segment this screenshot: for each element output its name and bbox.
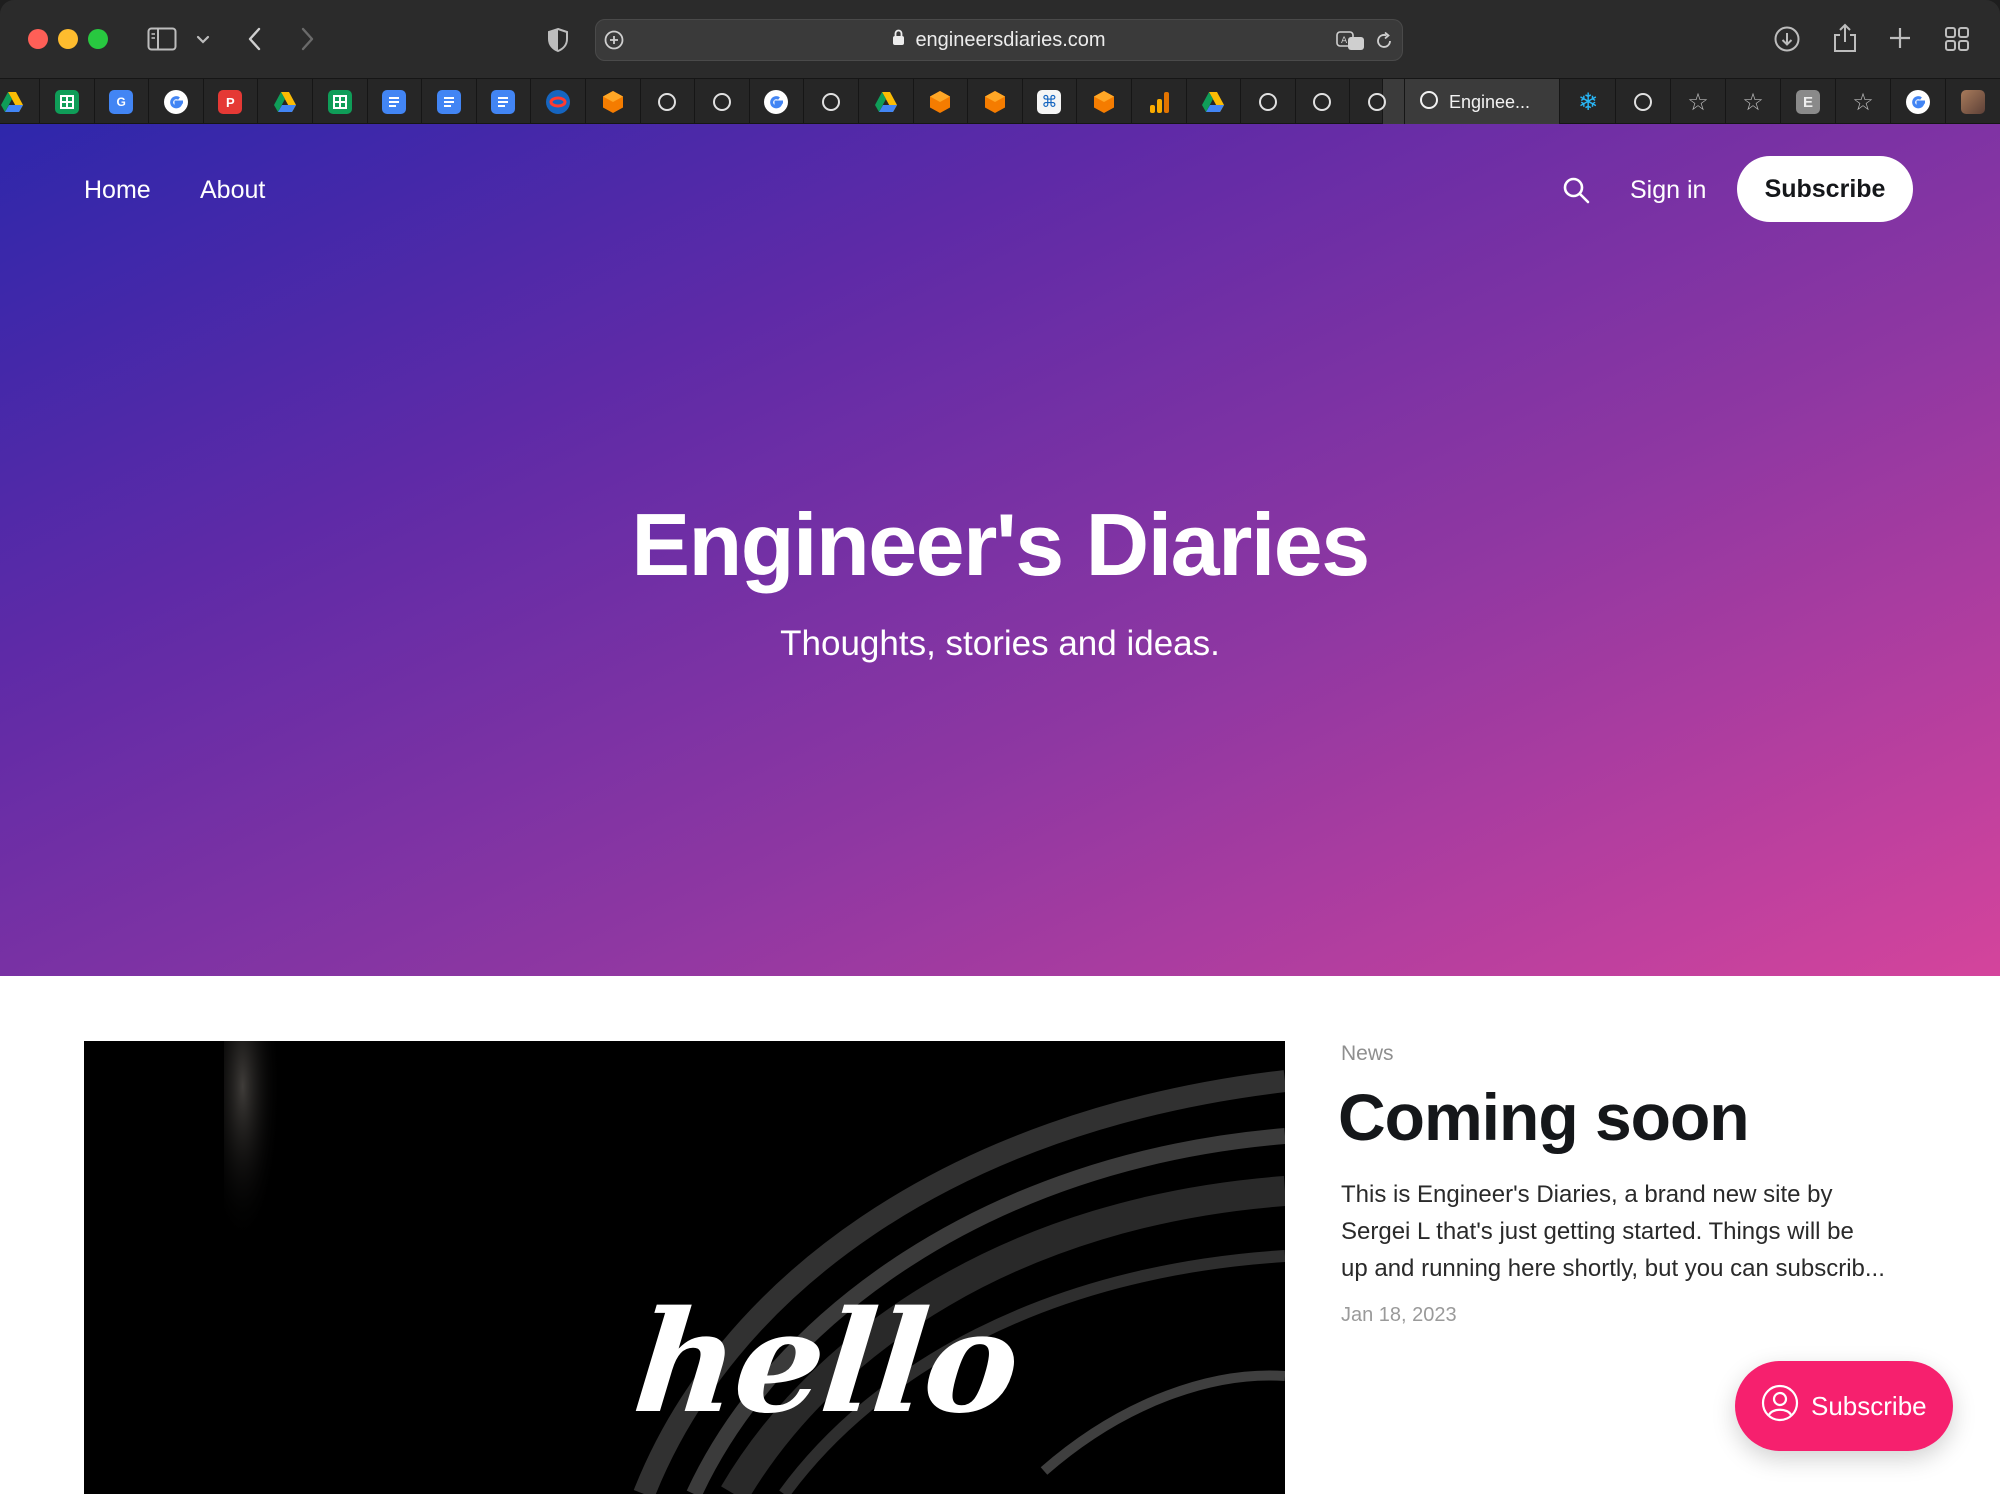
command-icon[interactable]: ⌘ [1022,79,1078,125]
translate-icon[interactable]: A [1336,29,1366,53]
lock-icon [892,29,905,52]
post-excerpt-line: This is Engineer's Diaries, a brand new … [1341,1181,1833,1208]
google-icon[interactable] [749,79,805,125]
post-title[interactable]: Coming soon [1338,1079,1750,1155]
close-window-button[interactable] [28,29,48,49]
forward-icon[interactable] [294,24,322,54]
nav-home-link[interactable]: Home [84,176,151,205]
minimize-window-button[interactable] [58,29,78,49]
analytics-icon[interactable] [1132,79,1187,125]
google-sheets-icon[interactable] [40,79,95,125]
blank-circle-icon[interactable] [695,79,750,125]
browser-titlebar: engineersdiaries.com A [0,0,2000,78]
app-red-icon[interactable]: P [203,79,259,125]
cube-orange-icon[interactable] [968,79,1023,125]
site-title: Engineer's Diaries [631,495,1370,594]
google-drive-icon[interactable] [0,79,40,125]
blank-circle-icon[interactable] [640,79,696,125]
star-icon[interactable]: ☆ [1671,79,1726,125]
chevron-down-icon[interactable] [192,30,214,50]
privacy-shield-icon[interactable] [545,25,571,55]
profile-photo-icon[interactable] [1946,79,2000,125]
blank-circle-icon [1419,90,1439,115]
site-description: Thoughts, stories and ideas. [780,624,1220,663]
post-tag[interactable]: News [1341,1042,1394,1066]
google-docs-icon[interactable] [476,79,532,125]
url-text: engineersdiaries.com [915,28,1106,51]
google-drive-icon[interactable] [1186,79,1242,125]
post-date: Jan 18, 2023 [1341,1304,1457,1326]
google-drive-icon[interactable] [859,79,914,125]
svg-text:A: A [1341,36,1348,46]
url-display[interactable]: engineersdiaries.com [596,20,1402,60]
blank-circle-icon[interactable] [1350,79,1405,125]
hero-section: Home About Sign in Subscribe Engineer's … [0,124,2000,976]
portal-subscribe-label: Subscribe [1811,1390,1927,1421]
e-letter-icon[interactable]: E [1781,79,1836,125]
tab-engineers-diaries[interactable]: Enginee... [1382,79,1560,125]
nav-about-link[interactable]: About [200,176,265,205]
sidebar-toggle-icon[interactable] [146,24,178,54]
blank-circle-icon[interactable] [1295,79,1351,125]
google-docs-icon[interactable] [367,79,423,125]
blank-circle-icon[interactable] [804,79,859,125]
snowflake-icon[interactable]: ❄ [1561,79,1616,125]
cube-orange-icon[interactable] [913,79,969,125]
cube-orange-icon[interactable] [586,79,641,125]
subscribe-button[interactable]: Subscribe [1737,156,1913,222]
post-excerpt-line: Sergei L that's just getting started. Th… [1341,1218,1854,1245]
search-icon[interactable] [1560,174,1592,206]
tab-bar: Enginee... G P ⌘ ❄ ☆ ☆ E ☆ [0,78,2000,125]
back-icon[interactable] [240,24,268,54]
reload-icon[interactable] [1372,29,1396,53]
post-excerpt-line: up and running here shortly, but you can… [1341,1255,1885,1282]
hello-image-text: hello [627,1281,1026,1445]
star-icon[interactable]: ☆ [1726,79,1781,125]
google-drive-icon[interactable] [258,79,313,125]
google-sheets-icon[interactable] [313,79,368,125]
tab-title: Enginee... [1449,91,1531,112]
google-icon[interactable] [1891,79,1946,125]
app-red-blue-icon[interactable] [531,79,586,125]
blank-circle-icon[interactable] [1241,79,1296,125]
web-page: Home About Sign in Subscribe Engineer's … [0,124,2000,1494]
address-bar[interactable]: engineersdiaries.com A [595,19,1403,61]
portal-subscribe-button[interactable]: Subscribe [1735,1361,1953,1451]
google-docs-icon[interactable] [422,79,477,125]
zoom-window-button[interactable] [88,29,108,49]
google-translate-icon[interactable]: G [94,79,150,125]
tab-overview-icon[interactable] [1942,24,1972,54]
post-excerpt[interactable]: This is Engineer's Diaries, a brand new … [1341,1176,1911,1287]
post-feature-image[interactable]: hello [84,1041,1285,1494]
sign-in-link[interactable]: Sign in [1630,176,1706,205]
google-icon[interactable] [149,79,204,125]
blank-circle-icon[interactable] [1616,79,1671,125]
new-tab-icon[interactable] [1886,24,1914,52]
user-icon [1761,1384,1799,1429]
star-icon[interactable]: ☆ [1836,79,1891,125]
share-icon[interactable] [1830,22,1860,54]
cube-orange-icon[interactable] [1077,79,1132,125]
downloads-icon[interactable] [1772,24,1802,54]
